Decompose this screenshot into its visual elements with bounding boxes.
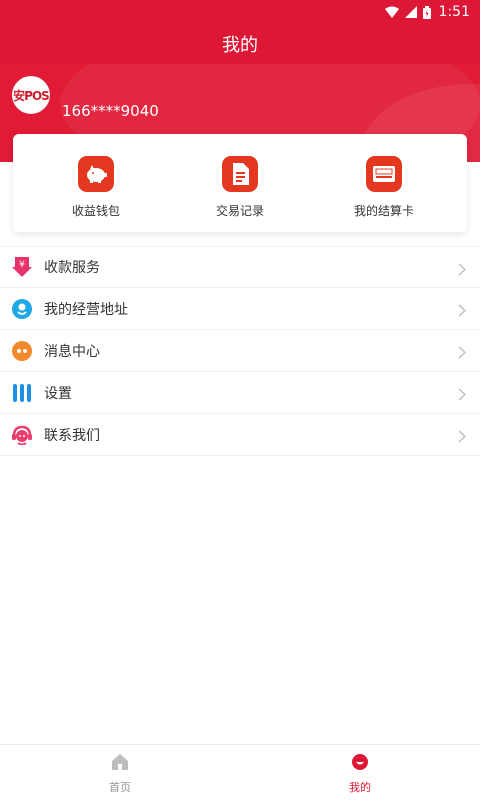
tab-home[interactable]: 首页 bbox=[0, 745, 240, 800]
page-title: 我的 bbox=[222, 35, 258, 56]
quick-action-settlement-card[interactable]: 我的结算卡 bbox=[329, 134, 439, 232]
menu-item-label: 联系我们 bbox=[44, 427, 100, 444]
card-icon bbox=[366, 156, 402, 192]
quick-action-label: 我的结算卡 bbox=[353, 204, 414, 218]
menu-item-contact-us[interactable]: 联系我们 bbox=[0, 414, 480, 456]
avatar[interactable]: 安POS bbox=[12, 76, 50, 114]
profile-face-icon bbox=[351, 753, 369, 775]
home-icon bbox=[111, 753, 129, 775]
chevron-right-icon bbox=[458, 261, 467, 280]
menu-item-label: 消息中心 bbox=[44, 343, 100, 360]
menu-item-label: 设置 bbox=[44, 385, 72, 402]
quick-action-transactions[interactable]: 交易记录 bbox=[185, 134, 295, 232]
quick-action-label: 收益钱包 bbox=[71, 204, 120, 218]
menu-item-payment-service[interactable]: ¥ 收款服务 bbox=[0, 246, 480, 288]
tab-label: 我的 bbox=[349, 781, 371, 794]
chevron-right-icon bbox=[458, 302, 467, 321]
menu-item-message-center[interactable]: 消息中心 bbox=[0, 330, 480, 372]
quick-action-label: 交易记录 bbox=[215, 204, 264, 218]
status-time: 1:51 bbox=[438, 4, 470, 20]
quick-action-wallet[interactable]: 收益钱包 bbox=[41, 134, 151, 232]
chevron-right-icon bbox=[458, 386, 467, 405]
battery-icon bbox=[422, 5, 431, 19]
chat-bubble-icon bbox=[12, 340, 32, 361]
document-icon bbox=[222, 156, 258, 192]
menu-item-label: 收款服务 bbox=[44, 260, 100, 276]
settings-bars-icon bbox=[12, 383, 32, 403]
chevron-right-icon bbox=[458, 428, 467, 447]
chevron-right-icon bbox=[458, 344, 467, 363]
signal-icon bbox=[404, 6, 417, 18]
menu-item-label: 我的经营地址 bbox=[44, 301, 128, 318]
user-phone: 166****9040 bbox=[62, 102, 159, 120]
svg-text:¥: ¥ bbox=[19, 260, 25, 270]
menu-list: ¥ 收款服务 我的经营地址 消息中心 设置 联系我们 bbox=[0, 246, 480, 456]
status-bar: 1:51 bbox=[0, 0, 480, 24]
menu-item-settings[interactable]: 设置 bbox=[0, 372, 480, 414]
bottom-tab-bar: 首页 我的 bbox=[0, 744, 480, 800]
wifi-icon bbox=[384, 6, 399, 18]
piggy-bank-icon bbox=[78, 156, 114, 192]
menu-item-business-address[interactable]: 我的经营地址 bbox=[0, 288, 480, 330]
tab-label: 首页 bbox=[109, 781, 131, 794]
location-icon bbox=[12, 298, 32, 319]
header: 我的 bbox=[0, 24, 480, 64]
quick-actions-card: 收益钱包 交易记录 我的结算卡 bbox=[13, 134, 467, 232]
avatar-logo-text: 安POS bbox=[13, 88, 49, 103]
yuan-download-icon: ¥ bbox=[12, 257, 32, 277]
screen: 1:51 我的 安POS 166****9040 收益钱包 交易记录 我的结算卡… bbox=[0, 0, 480, 800]
tab-me[interactable]: 我的 bbox=[240, 745, 480, 800]
customer-service-icon bbox=[12, 425, 32, 445]
